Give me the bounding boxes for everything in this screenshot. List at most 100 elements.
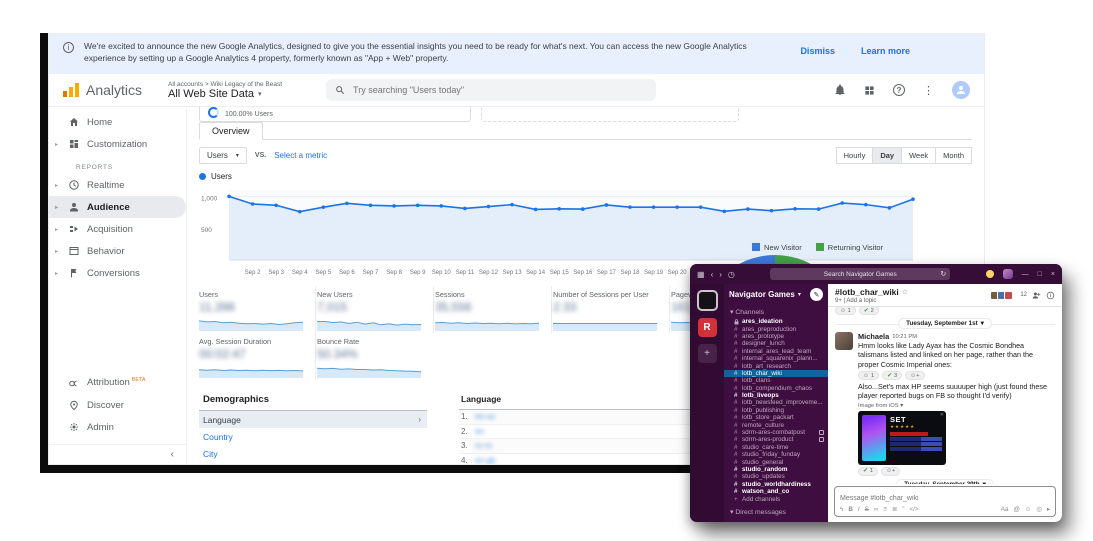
metric-card-avg-session-duration[interactable]: Avg. Session Duration00:02:47 bbox=[199, 333, 316, 380]
metric-card-users[interactable]: Users11,398 bbox=[199, 286, 316, 333]
slack-search-bar[interactable]: Search Navigator Games ↻ bbox=[770, 268, 950, 280]
sidebar-item-discover[interactable]: Discover bbox=[49, 394, 186, 416]
compose-icon[interactable]: ✎ bbox=[810, 288, 823, 301]
date-divider[interactable]: Tuesday, September 1st▾ bbox=[898, 318, 992, 329]
sidebar-item-acquisition[interactable]: ▸Acquisition bbox=[49, 218, 186, 240]
demographics-item-city[interactable]: City bbox=[199, 445, 427, 462]
language-value[interactable]: ru-ru bbox=[475, 441, 492, 450]
channel-topic[interactable]: 9+ | Add a topic bbox=[835, 298, 908, 304]
channel-studio_care-time[interactable]: #studio_care-time bbox=[724, 444, 828, 451]
channels-section-header[interactable]: ▾ Channels bbox=[730, 308, 828, 316]
channel-studio_updates[interactable]: #studio_updates bbox=[724, 473, 828, 480]
sidebar-item-conversions[interactable]: ▸Conversions bbox=[49, 262, 186, 284]
author-name[interactable]: Michaela bbox=[858, 332, 889, 341]
sidebar-item-admin[interactable]: Admin bbox=[49, 416, 186, 438]
channel-studio_general[interactable]: #studio_general bbox=[724, 458, 828, 465]
bold-icon[interactable]: B bbox=[848, 506, 853, 513]
demographics-item-language[interactable]: Language› bbox=[199, 411, 427, 428]
language-value[interactable]: en-gb bbox=[475, 456, 495, 464]
workspace-name[interactable]: Navigator Games bbox=[729, 290, 795, 299]
message-input[interactable] bbox=[835, 492, 1055, 504]
titlebar-avatar[interactable] bbox=[1003, 269, 1013, 279]
channel-lotb_newsfeed_improveme[interactable]: #lotb_newsfeed_improveme... bbox=[724, 399, 828, 406]
add-channels-button[interactable]: +Add channels bbox=[724, 495, 828, 502]
channel-watson_and_co[interactable]: #watson_and_co bbox=[724, 488, 828, 495]
code-icon[interactable]: </> bbox=[909, 506, 918, 513]
channel-ares_prototype[interactable]: #ares_prototype bbox=[724, 333, 828, 340]
granularity-month-button[interactable]: Month bbox=[935, 147, 972, 164]
link-icon[interactable]: ∞ bbox=[874, 506, 879, 513]
channel-studio_worldhardiness[interactable]: #studio_worldhardiness bbox=[724, 481, 828, 488]
reaction-chip[interactable]: ✔ 2 bbox=[859, 307, 879, 315]
direct-messages-section-header[interactable]: ▾ Direct messages bbox=[730, 508, 828, 516]
sidebar-item-home[interactable]: Home bbox=[49, 111, 186, 133]
channel-sdrm-ares-combatpost[interactable]: #sdrm-ares-combatpost bbox=[724, 429, 828, 436]
avatar[interactable] bbox=[835, 332, 853, 350]
italic-icon[interactable]: I bbox=[858, 506, 860, 513]
sidebar-collapse-button[interactable]: ‹ bbox=[49, 444, 186, 464]
member-count[interactable]: 12 bbox=[1020, 292, 1027, 298]
attachment-label[interactable]: Image from iOS ▾ bbox=[858, 403, 1055, 409]
emoji-icon[interactable]: ☺ bbox=[1025, 506, 1031, 513]
channel-studio_random[interactable]: #studio_random bbox=[724, 466, 828, 473]
maximize-button[interactable]: □ bbox=[1038, 271, 1042, 278]
channel-lotb_store_packart[interactable]: #lotb_store_packart bbox=[724, 414, 828, 421]
channel-designer_lunch[interactable]: #designer_lunch bbox=[724, 340, 828, 347]
overflow-menu-icon[interactable]: ⋮ bbox=[923, 84, 934, 97]
select-metric-link[interactable]: Select a metric bbox=[274, 151, 327, 160]
history-back-icon[interactable]: ‹ bbox=[711, 270, 714, 279]
channel-internal_squarenix_plann[interactable]: #internal_squarenix_plann... bbox=[724, 355, 828, 362]
star-icon[interactable]: ☆ bbox=[902, 288, 908, 296]
channel-lotb_char_wiki[interactable]: #lotb_char_wiki bbox=[724, 370, 828, 377]
channel-lotb_liveops[interactable]: #lotb_liveops bbox=[724, 392, 828, 399]
timestamp[interactable]: 10:21 PM bbox=[892, 334, 917, 340]
sidebar-item-realtime[interactable]: ▸Realtime bbox=[49, 174, 186, 196]
dismiss-button[interactable]: Dismiss bbox=[800, 46, 835, 56]
add-segment-chip[interactable] bbox=[481, 107, 739, 122]
reaction-chip[interactable]: ✔ 1 bbox=[858, 467, 878, 476]
channel-internal_ares_lead_team[interactable]: #internal_ares_lead_team bbox=[724, 348, 828, 355]
member-avatars[interactable] bbox=[992, 291, 1013, 300]
reaction-chip[interactable]: ✔ 3 bbox=[882, 371, 902, 380]
language-value[interactable]: en bbox=[475, 427, 484, 436]
metric-card-sessions[interactable]: Sessions35,556 bbox=[435, 286, 552, 333]
channel-remote_culture[interactable]: #remote_culture bbox=[724, 421, 828, 428]
demographics-item-country[interactable]: Country bbox=[199, 428, 427, 445]
minimize-button[interactable]: — bbox=[1022, 271, 1029, 278]
channel-sdrm-ares-product[interactable]: #sdrm-ares-product bbox=[724, 436, 828, 443]
tab-overview[interactable]: Overview bbox=[199, 122, 263, 140]
sidebar-item-attribution[interactable]: AttributionBETA bbox=[49, 372, 186, 394]
image-attachment[interactable]: ✕ SET ★★★★★ bbox=[858, 411, 946, 465]
info-icon[interactable] bbox=[1046, 291, 1055, 300]
help-icon[interactable]: ? bbox=[893, 84, 905, 96]
date-divider[interactable]: Tuesday, September 29th▾ bbox=[896, 479, 994, 484]
send-button[interactable]: ▸ bbox=[1047, 506, 1050, 513]
granularity-day-button[interactable]: Day bbox=[872, 147, 902, 164]
user-avatar[interactable] bbox=[952, 81, 970, 99]
add-reaction-button[interactable]: ☺+ bbox=[881, 467, 900, 476]
sidebar-item-customization[interactable]: ▸Customization bbox=[49, 133, 186, 155]
channel-ares_ideation[interactable]: ares_ideation bbox=[724, 318, 828, 325]
metric-select-dropdown[interactable]: Users ▾ bbox=[199, 147, 247, 164]
language-value[interactable]: en-us bbox=[475, 412, 495, 421]
add-workspace-button[interactable]: + bbox=[698, 344, 717, 363]
reaction-chip[interactable]: ☺ 1 bbox=[858, 371, 879, 380]
sidebar-item-audience[interactable]: ▸Audience bbox=[49, 196, 186, 218]
apps-grid-icon[interactable] bbox=[864, 85, 875, 96]
workspace-r-button[interactable]: R bbox=[698, 318, 717, 337]
granularity-week-button[interactable]: Week bbox=[901, 147, 936, 164]
add-reaction-button[interactable]: ☺+ bbox=[905, 371, 924, 380]
metric-card-new-users[interactable]: New Users7,015 bbox=[317, 286, 434, 333]
property-switcher[interactable]: All Web Site Data ▾ bbox=[168, 88, 282, 100]
channel-ares_preproduction[interactable]: #ares_preproduction bbox=[724, 325, 828, 332]
message-composer[interactable]: ϟ B I S ∞ ≡ ≣ ” </> Aa @ ☺ ◎ ▸ bbox=[834, 486, 1056, 517]
learn-more-button[interactable]: Learn more bbox=[861, 46, 910, 56]
close-button[interactable]: × bbox=[1051, 271, 1055, 278]
app-menu-icon[interactable]: ▦ bbox=[697, 270, 705, 279]
granularity-hourly-button[interactable]: Hourly bbox=[836, 147, 874, 164]
add-person-icon[interactable] bbox=[1032, 291, 1041, 300]
ordered-list-icon[interactable]: ≡ bbox=[883, 506, 887, 513]
global-search[interactable] bbox=[326, 79, 656, 101]
text-format-icon[interactable]: Aa bbox=[1001, 506, 1009, 513]
sidebar-item-behavior[interactable]: ▸Behavior bbox=[49, 240, 186, 262]
